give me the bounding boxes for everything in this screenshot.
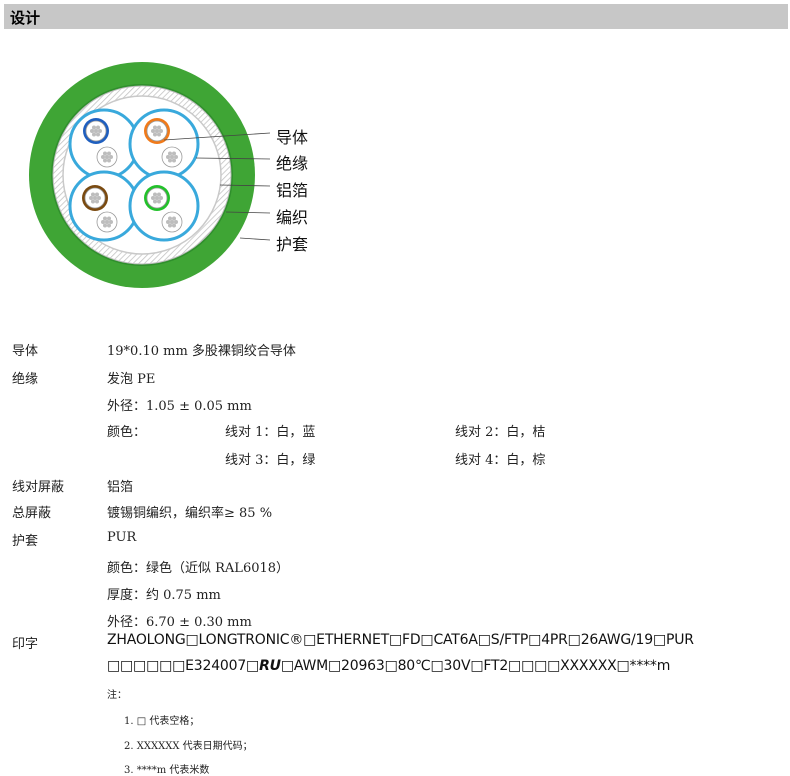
marking-line-2: □□□□□□E324007□RU□AWM□20963□80℃□30V□FT2□□… [107, 658, 670, 674]
cable-cross-section-diagram [29, 62, 271, 288]
jacket-color: 颜色：绿色（近似 RAL6018） [107, 561, 290, 576]
value-pair-shield: 铝箔 [107, 480, 134, 495]
note-item-1: 1. □ 代表空格； [124, 716, 200, 727]
pair-4 [128, 170, 200, 242]
pair-2 [128, 108, 200, 180]
value-jacket: PUR [107, 530, 137, 545]
note-item-2: 2. XXXXXX 代表日期代码； [124, 741, 253, 752]
pair-1 [68, 108, 140, 180]
pair-color-3: 线对 3：白，绿 [225, 453, 316, 468]
notes-title: 注： [107, 690, 127, 701]
label-pair-shield: 线对屏蔽 [12, 480, 65, 495]
legend-braid: 编织 [276, 208, 309, 227]
value-conductor: 19*0.10 mm 多股裸铜绞合导体 [107, 344, 296, 359]
label-conductor: 导体 [12, 344, 39, 359]
insulation-od: 外径：1.05 ± 0.05 mm [107, 399, 252, 414]
pair-color-2: 线对 2：白，桔 [455, 425, 546, 440]
jacket-thickness: 厚度：约 0.75 mm [107, 588, 221, 603]
legend-insulation: 绝缘 [276, 154, 309, 173]
pair-3 [68, 170, 140, 242]
marking-line-2-prefix: □□□□□□E324007□ [107, 658, 260, 674]
insulation-color-label: 颜色： [107, 425, 147, 440]
jacket-od: 外径：6.70 ± 0.30 mm [107, 615, 252, 630]
legend-conductor: 导体 [276, 128, 309, 147]
label-overall-shield: 总屏蔽 [12, 506, 52, 521]
label-jacket: 护套 [12, 534, 39, 549]
legend-foil: 铝箔 [276, 181, 309, 200]
value-insulation: 发泡 PE [107, 372, 156, 387]
legend-jacket: 护套 [276, 235, 309, 254]
pair-color-4: 线对 4：白，棕 [455, 453, 546, 468]
label-marking: 印字 [12, 637, 39, 652]
marking-line-2-suffix: □AWM□20963□80℃□30V□FT2□□□□XXXXXX□****m [280, 658, 671, 674]
note-item-3: 3. ****m 代表米数 [124, 765, 210, 776]
value-overall-shield: 镀锡铜编织，编织率≥ 85 % [107, 506, 273, 521]
label-insulation: 绝缘 [12, 372, 39, 387]
pair-color-1: 线对 1：白，蓝 [225, 425, 316, 440]
marking-line-1: ZHAOLONG□LONGTRONIC®□ETHERNET□FD□CAT6A□S… [107, 632, 694, 648]
ul-recognized-logo: RU [259, 658, 281, 674]
